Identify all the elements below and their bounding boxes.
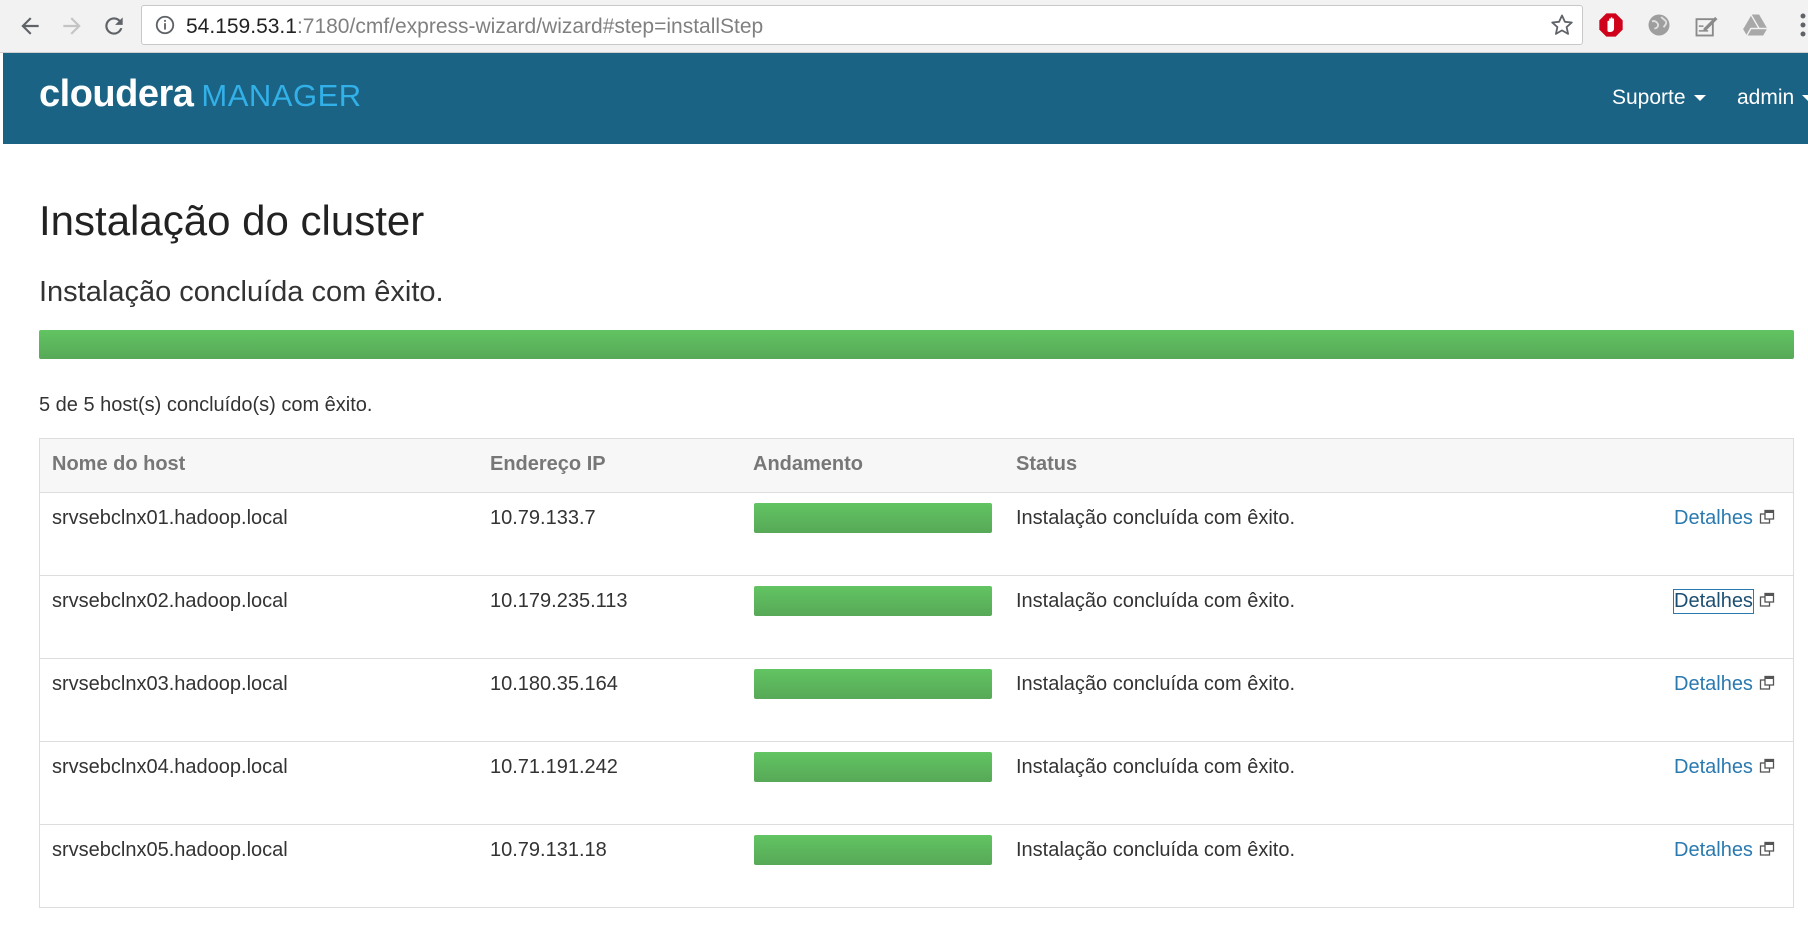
reload-icon [105, 17, 123, 35]
hosts-summary: 5 de 5 host(s) concluído(s) com êxito. [39, 394, 373, 416]
host-progress-bar [754, 586, 992, 616]
host-progress-bar [754, 669, 992, 699]
table-row: srvsebclnx03.hadoop.local 10.180.35.164 … [40, 659, 1793, 742]
host-name: srvsebclnx04.hadoop.local [52, 756, 288, 778]
browser-toolbar: 54.159.53.1:7180/cmf/express-wizard/wiza… [0, 0, 1808, 53]
table-header: Nome do host Endereço IP Andamento Statu… [40, 439, 1793, 493]
column-header-status[interactable]: Status [1016, 453, 1077, 476]
reload-button[interactable] [98, 10, 130, 42]
hosts-table: Nome do host Endereço IP Andamento Statu… [39, 438, 1794, 908]
app-header: cloudera MANAGER Suporte admin [3, 53, 1808, 144]
support-menu-label: Suporte [1612, 86, 1686, 109]
host-status: Instalação concluída com êxito. [1016, 507, 1296, 529]
details-link[interactable]: Detalhes [1673, 589, 1754, 614]
cloudera-manager-logo[interactable]: cloudera MANAGER [39, 73, 362, 116]
adblock-extension-icon[interactable] [1597, 11, 1625, 39]
details-link[interactable]: Detalhes [1674, 673, 1753, 696]
chevron-down-icon [1693, 95, 1706, 102]
host-progress-fill [754, 586, 992, 616]
address-bar[interactable]: 54.159.53.1:7180/cmf/express-wizard/wiza… [141, 5, 1583, 45]
host-progress-fill [754, 669, 992, 699]
details-link[interactable]: Detalhes [1674, 507, 1753, 530]
edit-extension-icon[interactable] [1693, 11, 1721, 39]
install-status-heading: Instalação concluída com êxito. [39, 276, 444, 308]
host-status: Instalação concluída com êxito. [1016, 673, 1296, 695]
external-link-icon[interactable] [1759, 509, 1775, 525]
host-name: srvsebclnx03.hadoop.local [52, 673, 288, 695]
page-title: Instalação do cluster [39, 197, 425, 244]
column-header-progress[interactable]: Andamento [753, 453, 863, 476]
drive-extension-icon[interactable] [1741, 11, 1769, 39]
host-progress-fill [754, 752, 992, 782]
table-row: srvsebclnx01.hadoop.local 10.79.133.7 In… [40, 493, 1793, 576]
details-link[interactable]: Detalhes [1674, 839, 1753, 862]
external-link-icon[interactable] [1759, 675, 1775, 691]
chevron-down-icon [1802, 95, 1808, 102]
host-progress-bar [754, 835, 992, 865]
host-status: Instalação concluída com êxito. [1016, 756, 1296, 778]
details-link[interactable]: Detalhes [1674, 756, 1753, 779]
external-link-icon[interactable] [1759, 592, 1775, 608]
ip-address: 10.179.235.113 [490, 590, 628, 612]
browser-menu-icon[interactable] [1798, 12, 1808, 38]
forward-button[interactable] [56, 10, 88, 42]
host-status: Instalação concluída com êxito. [1016, 839, 1296, 861]
ip-address: 10.180.35.164 [490, 673, 618, 695]
user-menu-label: admin [1737, 86, 1795, 109]
forward-arrow-icon [63, 17, 81, 35]
back-arrow-icon [21, 17, 39, 35]
host-name: srvsebclnx05.hadoop.local [52, 839, 288, 861]
url-host: 54.159.53.1 [186, 15, 297, 38]
user-menu[interactable]: admin [1737, 86, 1808, 110]
host-progress-fill [754, 835, 992, 865]
host-progress-bar [754, 503, 992, 533]
logo-manager-text: MANAGER [201, 78, 362, 113]
table-row: srvsebclnx05.hadoop.local 10.79.131.18 I… [40, 825, 1793, 907]
column-header-host[interactable]: Nome do host [52, 453, 185, 476]
back-button[interactable] [14, 10, 46, 42]
ip-address: 10.79.131.18 [490, 839, 607, 861]
external-link-icon[interactable] [1759, 841, 1775, 857]
support-menu[interactable]: Suporte [1612, 86, 1706, 110]
url-path: :7180/cmf/express-wizard/wizard#step=ins… [296, 15, 764, 38]
logo-cloudera-text: cloudera [39, 73, 194, 115]
table-row: srvsebclnx02.hadoop.local 10.179.235.113… [40, 576, 1793, 659]
globe-extension-icon[interactable] [1645, 11, 1673, 39]
ip-address: 10.79.133.7 [490, 507, 596, 529]
overall-progress-fill [39, 330, 1794, 359]
url-text: 54.159.53.1:7180/cmf/express-wizard/wiza… [186, 15, 763, 39]
info-icon[interactable] [154, 14, 176, 36]
host-status: Instalação concluída com êxito. [1016, 590, 1296, 612]
host-name: srvsebclnx01.hadoop.local [52, 507, 288, 529]
table-row: srvsebclnx04.hadoop.local 10.71.191.242 … [40, 742, 1793, 825]
column-header-ip[interactable]: Endereço IP [490, 453, 606, 476]
host-progress-bar [754, 752, 992, 782]
host-name: srvsebclnx02.hadoop.local [52, 590, 288, 612]
overall-progress-bar [39, 330, 1794, 359]
star-icon[interactable] [1550, 13, 1574, 37]
host-progress-fill [754, 503, 992, 533]
external-link-icon[interactable] [1759, 758, 1775, 774]
ip-address: 10.71.191.242 [490, 756, 618, 778]
